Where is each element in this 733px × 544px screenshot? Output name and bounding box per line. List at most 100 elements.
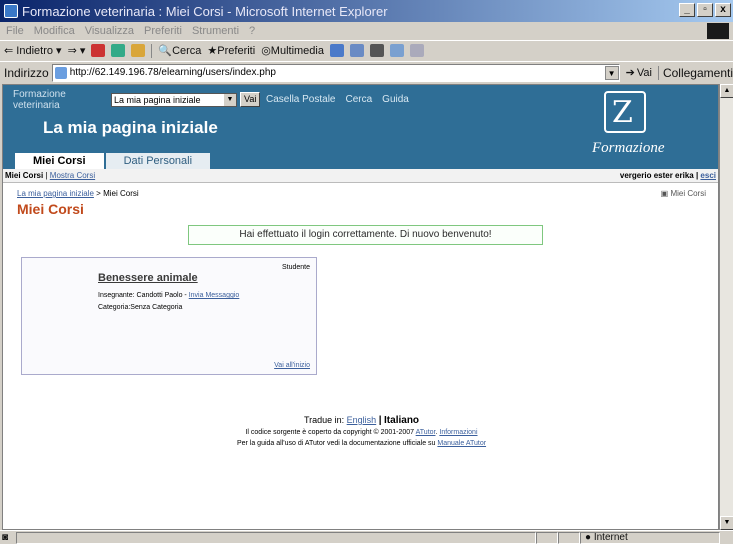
address-input[interactable]: http://62.149.196.78/elearning/users/ind… [51,63,620,82]
guide-text: Per la guida all'uso di ATutor vedi la d… [236,440,436,447]
page-status-icon: ◙ [2,532,9,543]
site-name-line2: veterinaria [13,100,60,111]
site-header: Formazione veterinaria La mia pagina ini… [3,85,718,169]
show-courses-link[interactable]: Mostra Corsi [50,171,95,180]
close-button[interactable]: x [715,3,731,17]
go-button[interactable]: ➔ Vai [626,66,652,80]
scroll-down-icon[interactable]: ▼ [720,516,733,530]
category-value: Senza Categoria [130,304,183,311]
course-title-link[interactable]: Benessere animale [98,272,198,284]
status-bar: ◙ ● Internet [0,530,733,544]
maximize-button[interactable]: ▫ [697,3,713,17]
mail-icon[interactable] [349,44,364,57]
home-icon[interactable] [131,44,146,57]
jump-go-button[interactable]: Vai [240,92,261,107]
manual-link[interactable]: Manuale ATutor [437,440,486,447]
address-dropdown-icon[interactable]: ▼ [604,65,619,80]
user-info: vergerio ester erika | esci [619,171,716,180]
english-link[interactable]: English [347,415,377,425]
breadcrumb-home-link[interactable]: La mia pagina iniziale [17,189,94,198]
jump-select[interactable]: La mia pagina iniziale ▼ [111,93,237,107]
favorites-button[interactable]: ★Preferiti [207,44,255,57]
logout-link[interactable]: esci [700,171,716,180]
favorites-label: Preferiti [217,45,256,57]
windows-logo-icon [707,23,729,39]
info-link[interactable]: Informazioni [439,429,477,436]
user-name: vergerio ester erika [619,171,694,180]
vertical-scrollbar[interactable]: ▲ ▼ [719,84,733,530]
media-label: Multimedia [270,45,324,57]
zone-label: Internet [593,531,628,543]
translate-label: Tradue in: [303,415,345,425]
security-zone: ● Internet [580,531,720,544]
tab-my-courses[interactable]: Miei Corsi [15,153,104,169]
feedback-message: Hai effettuato il login correttamente. D… [188,225,543,245]
page-heading: La mia pagina iniziale [43,118,218,137]
my-courses-shortcut[interactable]: ▣ Miei Corsi [661,189,706,198]
tab-profile[interactable]: Dati Personali [105,153,211,169]
media-button[interactable]: ◎Multimedia [261,44,324,57]
back-button[interactable]: ⇐ Indietro ▾ [4,44,62,57]
discuss-icon[interactable] [409,44,424,57]
chevron-down-icon: ▼ [224,94,236,106]
course-teacher: Insegnante: Candotti Paolo - Invia Messa… [98,292,239,299]
help-link[interactable]: Guida [382,94,409,105]
category-label: Categoria: [98,304,131,311]
course-card: Studente Benessere animale Insegnante: C… [21,257,317,375]
forward-button[interactable]: ⇒ ▾ [68,44,86,57]
language-separator: | [378,415,382,426]
goto-start-link[interactable]: Vai all'inizio [274,362,310,369]
status-segment [536,531,558,544]
breadcrumb: La mia pagina iniziale > Miei Corsi [17,189,139,198]
logo-text: Formazione [592,140,665,156]
current-language: Italiano [384,415,420,426]
toolbar: ⇐ Indietro ▾ ⇒ ▾ 🔍Cerca ★Preferiti ◎Mult… [0,40,733,60]
links-button[interactable]: Collegamenti [657,65,733,80]
breadcrumb-separator: > [96,189,101,198]
refresh-icon[interactable] [111,44,126,57]
menu-bar: File Modifica Visualizza Preferiti Strum… [0,22,733,40]
menu-tools[interactable]: Strumenti [192,25,239,37]
browser-viewport: Formazione veterinaria La mia pagina ini… [2,84,719,530]
ie-icon [4,4,18,18]
sub-navigation: Miei Corsi | Mostra Corsi vergerio ester… [3,169,718,183]
jump-select-value: La mia pagina iniziale [114,95,201,105]
send-message-link[interactable]: Invia Messaggio [189,292,240,299]
atutor-link[interactable]: ATutor [416,429,436,436]
address-label: Indirizzo [4,65,49,80]
section-title: Miei Corsi [17,201,84,217]
scroll-up-icon[interactable]: ▲ [720,84,733,98]
language-bar: Tradue in: English | Italiano [3,415,718,426]
window-title: Formazione veterinaria : Miei Corsi - Mi… [22,3,388,19]
history-icon[interactable] [329,44,344,57]
status-text-area [16,531,536,544]
inbox-link[interactable]: Casella Postale [266,94,335,105]
address-bar: Indirizzo http://62.149.196.78/elearning… [0,61,733,83]
search-label: Cerca [172,45,202,57]
my-courses-shortcut-label: Miei Corsi [670,189,706,198]
edit-icon[interactable] [389,44,404,57]
search-button[interactable]: 🔍Cerca [158,44,201,57]
go-label: Vai [636,66,652,79]
menu-favorites[interactable]: Preferiti [144,25,182,37]
print-icon[interactable] [369,44,384,57]
address-url: http://62.149.196.78/elearning/users/ind… [69,67,276,78]
copyright-line: Il codice sorgente è coperto da copyrigh… [245,429,478,436]
page-icon [54,66,67,79]
toolbar-separator [151,43,153,58]
teacher-name: Candotti Paolo [136,292,183,299]
menu-file[interactable]: File [6,25,24,37]
menu-view[interactable]: Visualizza [85,25,134,37]
teacher-label: Insegnante: [98,292,135,299]
title-bar: Formazione veterinaria : Miei Corsi - Mi… [0,0,733,22]
copyright-text: Il codice sorgente è coperto da copyrigh… [245,429,415,436]
minimize-button[interactable]: _ [679,3,695,17]
course-role: Studente [281,264,310,271]
teacher-separator: - [184,292,187,299]
stop-icon[interactable] [91,44,106,57]
menu-edit[interactable]: Modifica [34,25,75,37]
menu-help[interactable]: ? [249,25,255,37]
breadcrumb-current: Miei Corsi [103,189,139,198]
guide-line: Per la guida all'uso di ATutor vedi la d… [3,440,718,447]
search-link[interactable]: Cerca [345,94,372,105]
